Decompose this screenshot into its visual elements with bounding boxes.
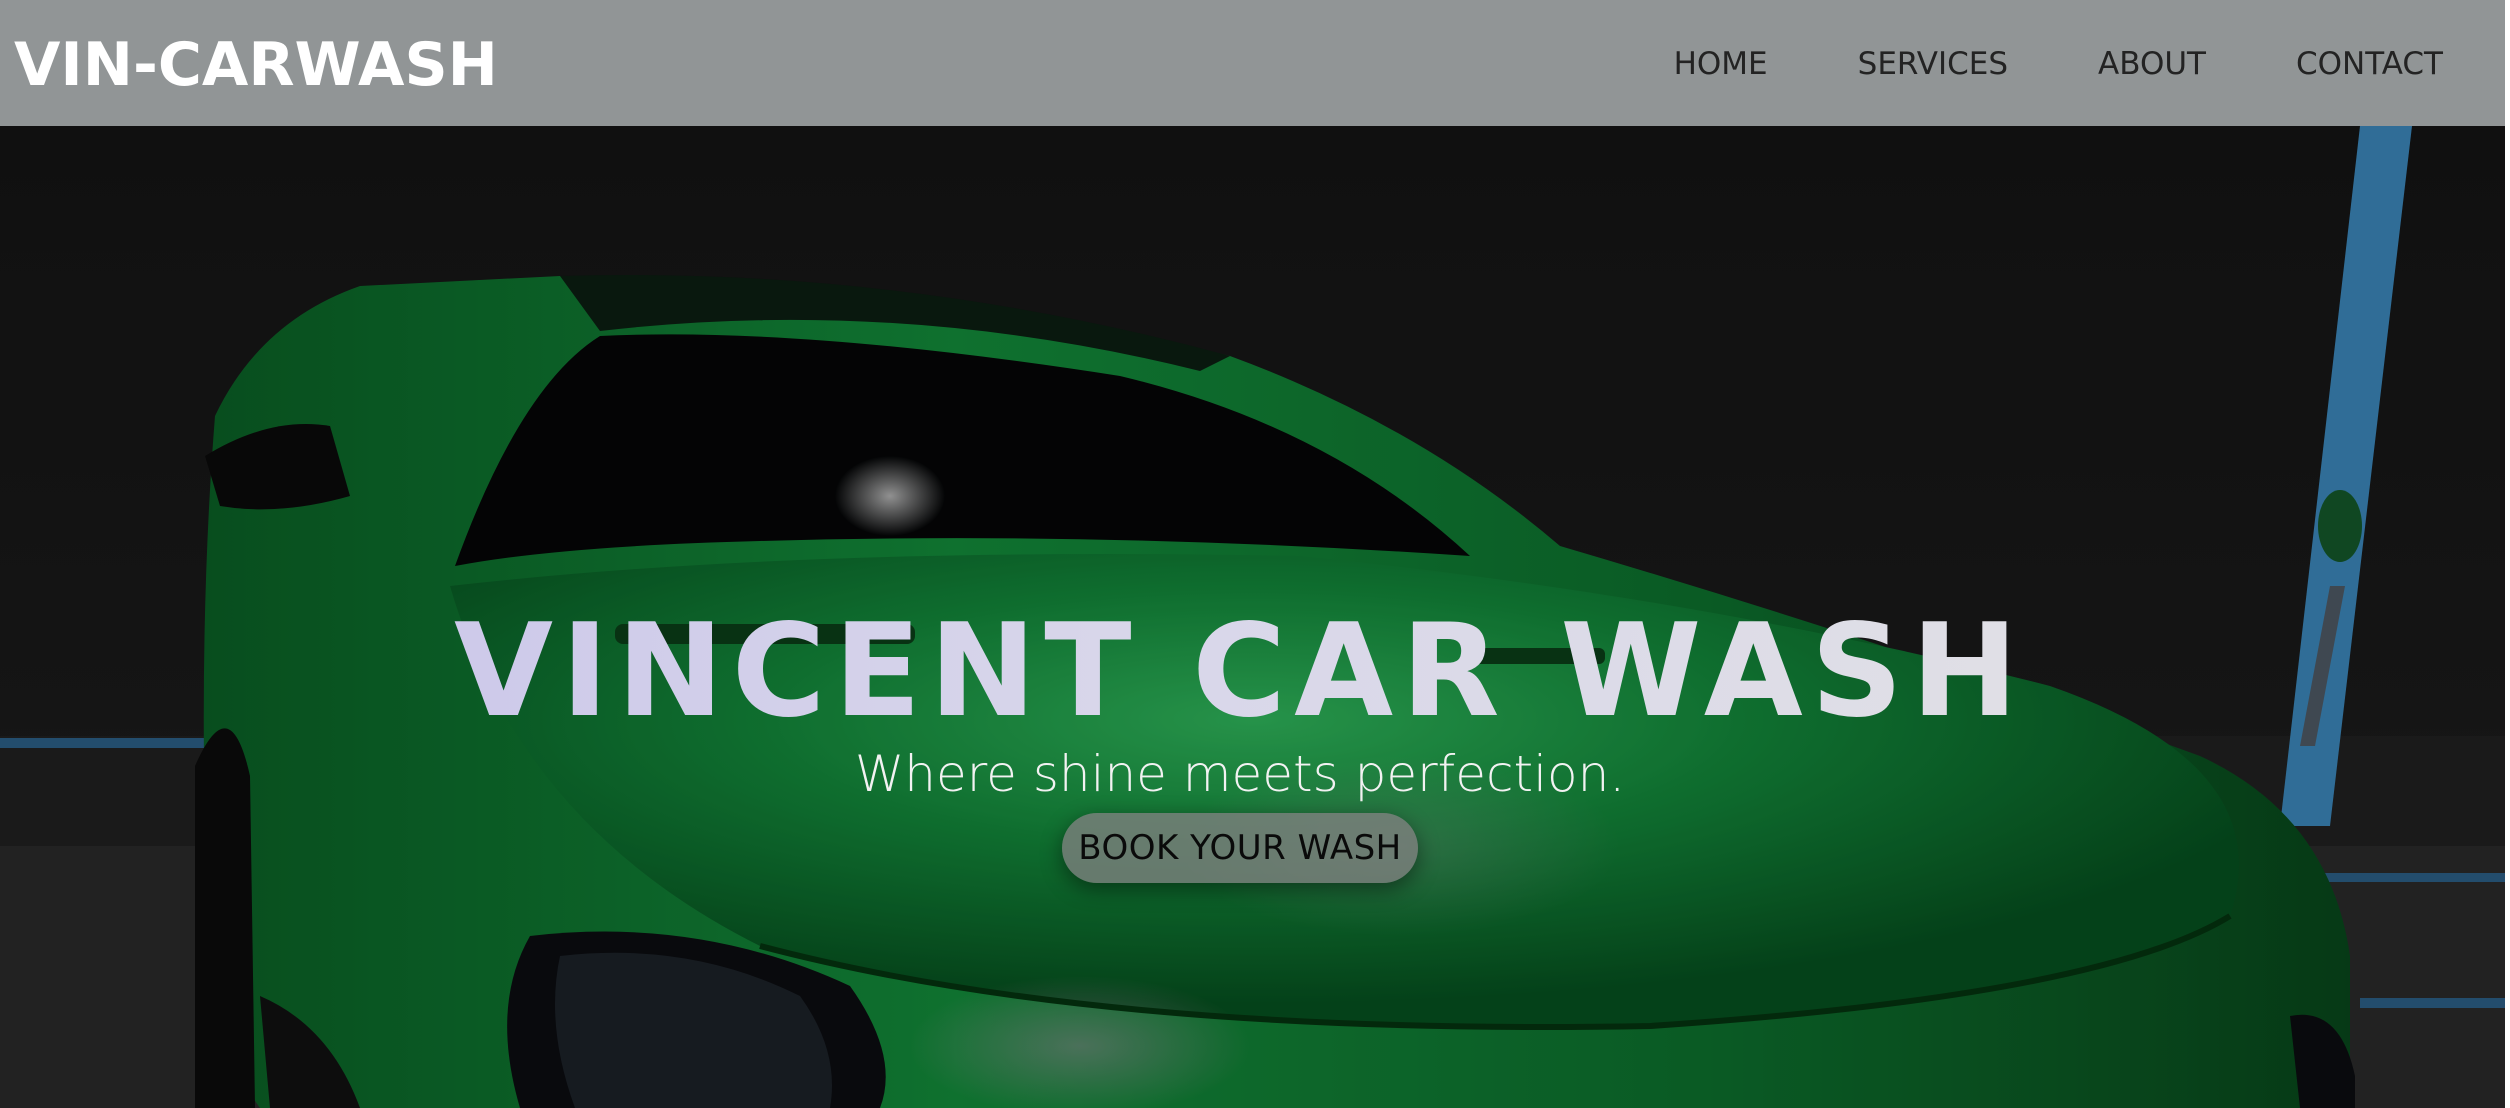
nav-services-link[interactable]: SERVICES [1858, 40, 2008, 88]
book-wash-button[interactable]: BOOK YOUR WASH [1062, 813, 1418, 883]
book-wash-button-label: BOOK YOUR WASH [1078, 828, 1402, 868]
window-edge [2505, 0, 2510, 1108]
hero-section: VINCENT CAR WASH Where shine meets perfe… [0, 126, 2505, 1108]
navbar: VIN-CARWASH HOME SERVICES ABOUT CONTACT [0, 0, 2505, 126]
hero-tagline: Where shine meets perfection. [854, 745, 1626, 803]
nav-about-link[interactable]: ABOUT [2098, 40, 2206, 88]
site-logo[interactable]: VIN-CARWASH [14, 30, 498, 100]
page: VIN-CARWASH HOME SERVICES ABOUT CONTACT [0, 0, 2505, 1108]
hero-title: VINCENT CAR WASH [0, 597, 2480, 747]
main-nav: HOME SERVICES ABOUT CONTACT [1674, 40, 2443, 88]
nav-contact-link[interactable]: CONTACT [2296, 40, 2443, 88]
nav-home-link[interactable]: HOME [1674, 40, 1768, 88]
